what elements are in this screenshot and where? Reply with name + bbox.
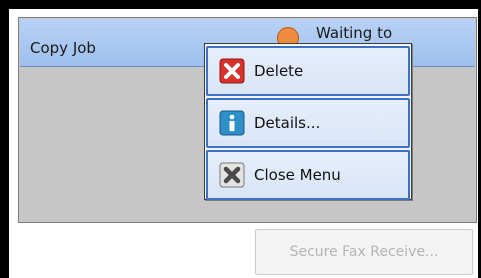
screen-frame-top xyxy=(0,0,481,9)
close-icon xyxy=(218,161,246,189)
details-label: Details... xyxy=(254,114,321,132)
close-menu-label: Close Menu xyxy=(254,166,341,184)
screen: Copy Job Waiting to Delete Details... Cl… xyxy=(0,0,481,278)
delete-label: Delete xyxy=(254,62,304,80)
secure-fax-receive-button[interactable]: Secure Fax Receive... xyxy=(255,229,473,275)
job-status: Waiting to xyxy=(316,24,393,42)
job-name: Copy Job xyxy=(30,39,96,57)
details-menu-item[interactable]: Details... xyxy=(206,98,410,148)
delete-menu-item[interactable]: Delete xyxy=(206,46,410,96)
close-menu-item[interactable]: Close Menu xyxy=(206,150,410,200)
job-context-menu: Delete Details... Close Menu xyxy=(204,43,412,200)
info-icon xyxy=(218,109,246,137)
delete-icon xyxy=(218,57,246,85)
screen-frame-left xyxy=(0,0,9,278)
